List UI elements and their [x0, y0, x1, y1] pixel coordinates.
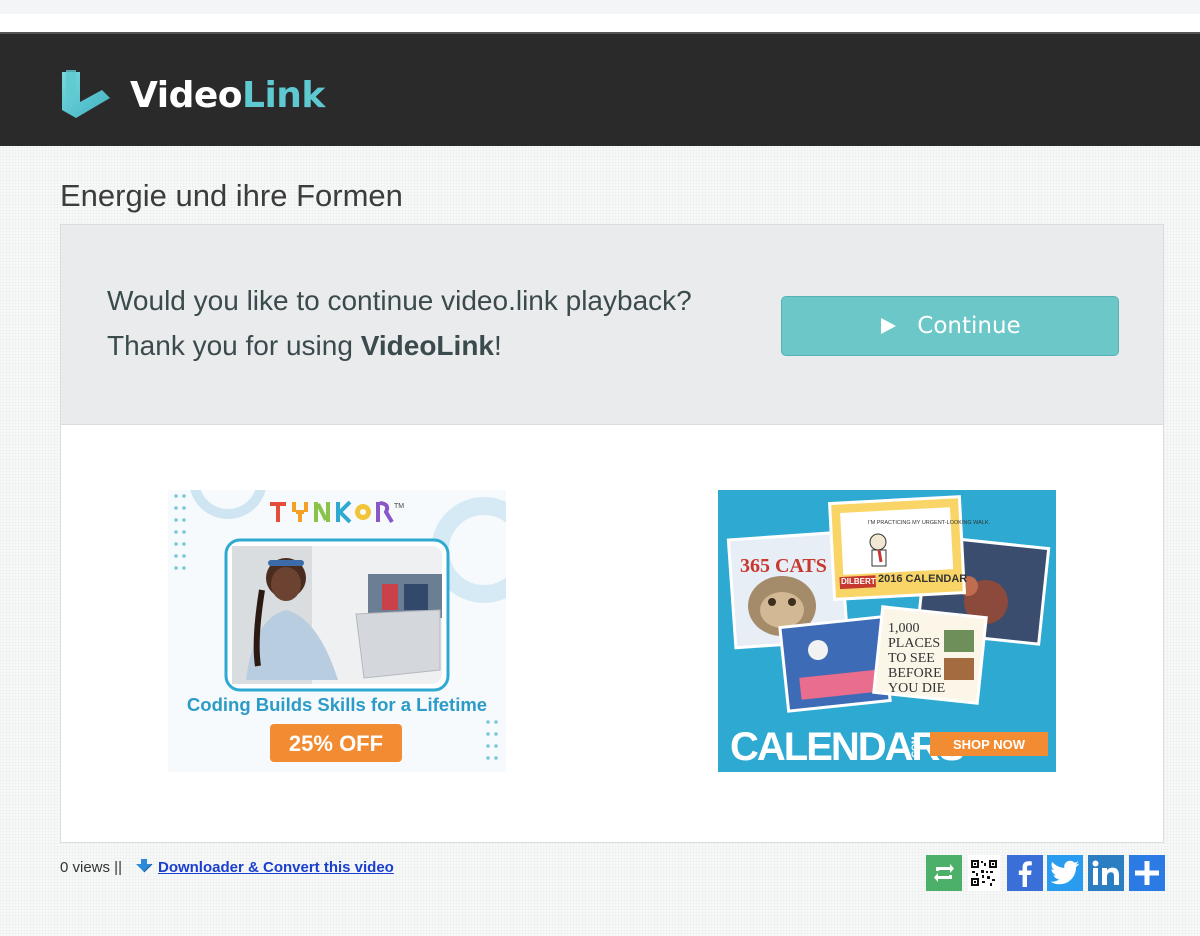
places-line1: 1,000	[888, 621, 920, 636]
video-footer: 0 views || Downloader & Convert this vid…	[60, 858, 394, 876]
facebook-share-button[interactable]	[1007, 855, 1043, 891]
places-line5: YOU DIE	[888, 681, 945, 696]
places-line2: PLACES	[888, 636, 940, 651]
facebook-icon	[1018, 861, 1032, 887]
cats-title: 365 CATS	[740, 555, 827, 577]
brand-word-video: Video	[130, 74, 243, 116]
qr-code-button[interactable]	[968, 855, 1000, 891]
twitter-icon	[1050, 860, 1079, 885]
twitter-share-button[interactable]	[1047, 855, 1083, 891]
continue-button[interactable]: Continue	[781, 296, 1119, 356]
view-count: 0 views ||	[60, 858, 122, 876]
continue-prompt: Would you like to continue video.link pl…	[61, 225, 1163, 425]
page-title: Energie und ihre Formen	[60, 178, 403, 213]
tynker-ad[interactable]: TM Coding Builds Skills for a Lifetime 2…	[168, 490, 506, 772]
play-icon	[881, 318, 897, 334]
continue-label: Continue	[917, 313, 1021, 339]
tynker-ad-graphic: TM Coding Builds Skills for a Lifetime 2…	[168, 490, 506, 772]
qr-code-icon	[970, 859, 998, 887]
calendars-ad-graphic: 365 CATS I'M PRACTICING MY URGENT-LOOKIN…	[718, 490, 1056, 772]
calendar-product-places: 1,000 PLACES TO SEE BEFORE YOU DIE	[872, 605, 988, 705]
tynker-cta: 25% OFF	[289, 731, 383, 756]
videolink-logo-icon	[62, 70, 110, 118]
tynker-headline: Coding Builds Skills for a Lifetime	[187, 694, 487, 715]
video-card: Would you like to continue video.link pl…	[60, 224, 1164, 843]
calendars-ad[interactable]: 365 CATS I'M PRACTICING MY URGENT-LOOKIN…	[718, 490, 1056, 772]
prompt-thanks-brand: VideoLink	[360, 330, 494, 361]
calendars-brand: CALENDARS	[730, 725, 964, 769]
brand-word-link: Link	[242, 74, 325, 116]
prompt-thanks-suffix: !	[494, 330, 502, 361]
calendar-product-art	[778, 615, 892, 713]
more-share-button[interactable]	[1129, 855, 1165, 891]
calendars-brand-suffix: .COM	[910, 737, 920, 761]
repost-icon	[934, 864, 954, 882]
downloader-link[interactable]: Downloader & Convert this video	[158, 859, 394, 876]
browser-top-strip	[0, 0, 1200, 14]
dilbert-caption: I'M PRACTICING MY URGENT-LOOKING WALK.	[868, 520, 991, 526]
places-line3: TO SEE	[888, 651, 935, 666]
plus-icon	[1135, 861, 1159, 885]
prompt-thanks: Thank you for using VideoLink!	[107, 330, 502, 362]
site-header: VideoLink	[0, 32, 1200, 146]
prompt-question: Would you like to continue video.link pl…	[107, 285, 692, 316]
videolink-logo[interactable]: VideoLink	[58, 68, 325, 122]
linkedin-share-button[interactable]	[1088, 855, 1124, 891]
dilbert-brand: DILBERT	[841, 577, 876, 586]
linkedin-icon	[1092, 860, 1119, 885]
calendars-cta: SHOP NOW	[953, 737, 1026, 752]
photo-frame	[224, 538, 450, 692]
prompt-thanks-prefix: Thank you for using	[107, 330, 361, 361]
tynker-tm: TM	[394, 503, 404, 510]
top-spacer	[0, 14, 1200, 32]
downloader-icon	[135, 859, 153, 873]
dilbert-year: 2016 CALENDAR	[878, 573, 967, 585]
places-line4: BEFORE	[888, 666, 942, 681]
videolink-logo-text: VideoLink	[130, 75, 325, 116]
repost-button[interactable]	[926, 855, 962, 891]
